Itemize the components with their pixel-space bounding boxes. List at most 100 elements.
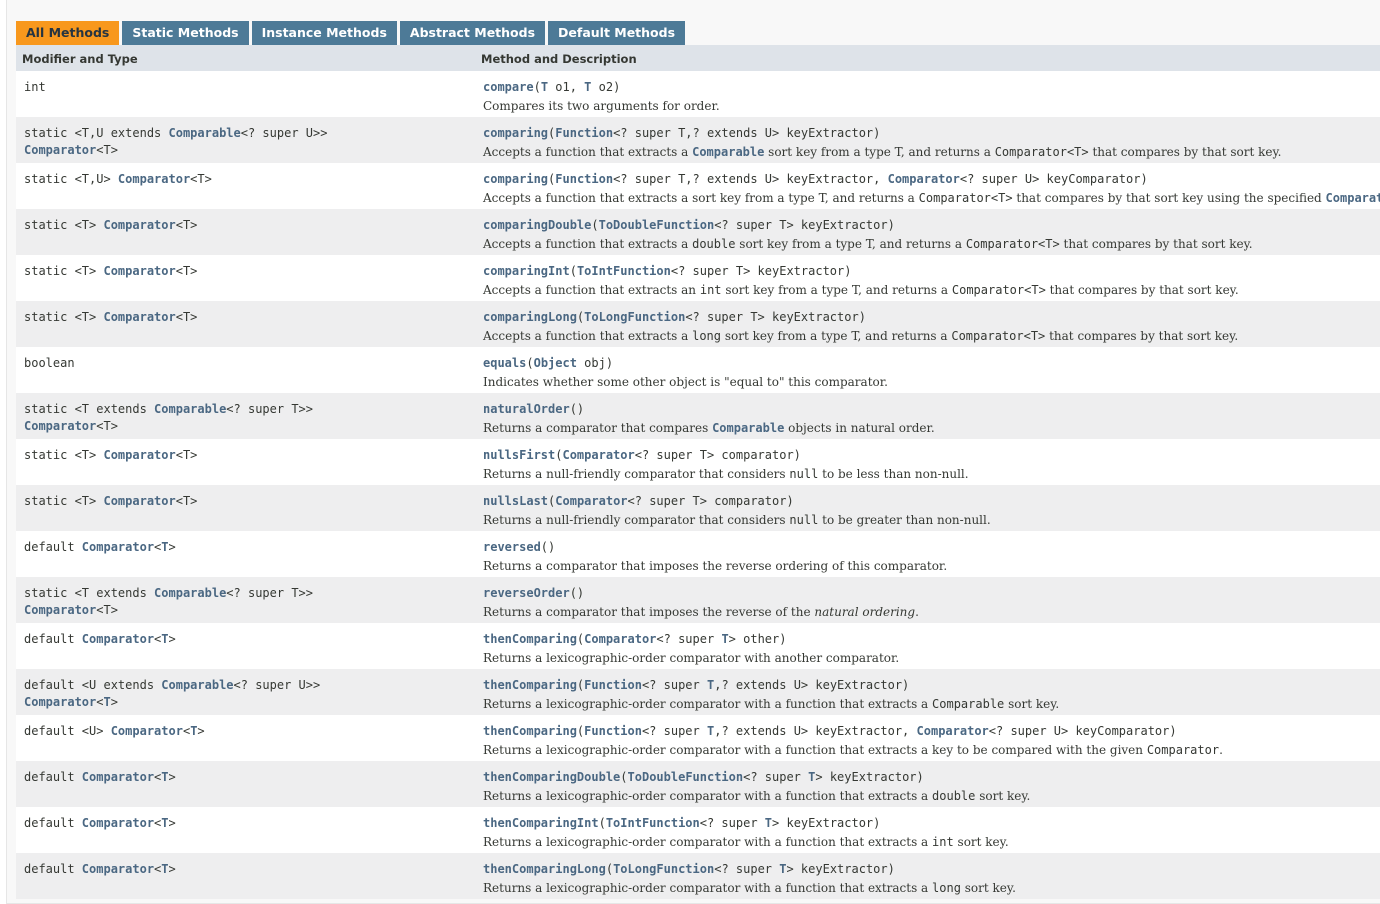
type-link[interactable]: Comparator <box>584 632 656 646</box>
method-name-link[interactable]: comparingDouble <box>483 218 591 232</box>
method-name-link[interactable]: thenComparingLong <box>483 862 606 876</box>
method-name-link[interactable]: thenComparing <box>483 724 577 738</box>
method-signature: nullsFirst(Comparator<? super T> compara… <box>483 439 1380 464</box>
method-name-link[interactable]: reversed <box>483 540 541 554</box>
method-name-link[interactable]: comparingLong <box>483 310 577 324</box>
description-text: that compares by that sort key. <box>1059 237 1253 251</box>
method-name-link[interactable]: thenComparingDouble <box>483 770 620 784</box>
tab-default-methods[interactable]: Default Methods <box>548 21 686 45</box>
type-link[interactable]: Comparator <box>103 310 175 324</box>
type-link[interactable]: Function <box>584 678 642 692</box>
method-description-cell: nullsFirst(Comparator<? super T> compara… <box>475 439 1380 485</box>
type-link[interactable]: T <box>161 816 168 830</box>
type-link[interactable]: Comparator <box>82 540 154 554</box>
type-link[interactable]: Comparable <box>169 126 241 140</box>
type-link[interactable]: T <box>161 632 168 646</box>
type-link[interactable]: T <box>103 695 110 709</box>
method-name-link[interactable]: thenComparing <box>483 678 577 692</box>
type-link[interactable]: Comparator <box>888 172 960 186</box>
type-link[interactable]: ToLongFunction <box>584 310 685 324</box>
type-link[interactable]: Comparator <box>917 724 989 738</box>
method-name-link[interactable]: nullsFirst <box>483 448 555 462</box>
type-link[interactable]: Comparator <box>555 494 627 508</box>
type-link[interactable]: Comparator <box>82 632 154 646</box>
modifier-type-cell: default Comparator<T> <box>16 623 475 669</box>
type-link[interactable]: Comparable <box>712 421 784 435</box>
method-description-cell: thenComparingLong(ToLongFunction<? super… <box>475 853 1380 899</box>
type-link[interactable]: Comparator <box>562 448 634 462</box>
modifier-type-cell: default <U extends Comparable<? super U>… <box>16 669 475 715</box>
method-description-cell: comparingInt(ToIntFunction<? super T> ke… <box>475 255 1380 301</box>
method-tabs: All Methods Static Methods Instance Meth… <box>16 21 688 45</box>
method-name-link[interactable]: naturalOrder <box>483 402 570 416</box>
type-link[interactable]: Comparable <box>161 678 233 692</box>
method-name-link[interactable]: equals <box>483 356 526 370</box>
method-description: Accepts a function that extracts a doubl… <box>483 234 1380 253</box>
inline-code: long <box>932 881 961 895</box>
description-text: Returns a lexicographic-order comparator… <box>483 651 900 665</box>
type-link[interactable]: Comparator <box>82 770 154 784</box>
type-link[interactable]: Comparator <box>82 816 154 830</box>
method-description-cell: nullsLast(Comparator<? super T> comparat… <box>475 485 1380 531</box>
tab-instance-methods[interactable]: Instance Methods <box>251 21 397 45</box>
method-name-link[interactable]: comparingInt <box>483 264 570 278</box>
method-name-link[interactable]: nullsLast <box>483 494 548 508</box>
type-link[interactable]: ToIntFunction <box>606 816 700 830</box>
signature-text: ( <box>605 862 614 876</box>
type-link[interactable]: Comparator <box>82 862 154 876</box>
type-link[interactable]: Comparator <box>103 448 175 462</box>
type-link[interactable]: Object <box>534 356 577 370</box>
type-link[interactable]: Comparator <box>118 172 190 186</box>
table-row: default Comparator<T> reversed() Returns a… <box>16 531 1380 577</box>
type-link[interactable]: ToDoubleFunction <box>599 218 715 232</box>
method-name-link[interactable]: thenComparing <box>483 632 577 646</box>
header-method-and-description: Method and Description <box>475 45 1380 71</box>
type-link[interactable]: Comparator <box>103 264 175 278</box>
type-link[interactable]: Comparable <box>154 402 226 416</box>
table-row: static <T> Comparator<T> comparingDouble(… <box>16 209 1380 255</box>
method-name-link[interactable]: compare <box>483 80 534 94</box>
description-text: Accepts a function that extracts a <box>483 237 693 251</box>
type-link[interactable]: Comparator <box>24 695 96 709</box>
type-link[interactable]: Comparable <box>692 145 764 159</box>
type-link[interactable]: Function <box>555 172 613 186</box>
modifier-type-line: static <T,U> Comparator<T> <box>24 163 475 188</box>
type-link[interactable]: Comparator <box>103 218 175 232</box>
method-signature: naturalOrder() <box>483 393 1380 418</box>
type-link[interactable]: Comparator <box>24 143 96 157</box>
type-link[interactable]: T <box>161 540 168 554</box>
method-name-link[interactable]: thenComparingInt <box>483 816 599 830</box>
tab-static-methods[interactable]: Static Methods <box>122 21 249 45</box>
type-link[interactable]: ToLongFunction <box>613 862 714 876</box>
modifier-type-cell: static <T> Comparator<T> <box>16 485 475 531</box>
type-link[interactable]: ToIntFunction <box>577 264 671 278</box>
type-link[interactable]: ToDoubleFunction <box>628 770 744 784</box>
signature-text: <? super U> keyComparator) <box>988 724 1177 738</box>
method-signature: thenComparing(Function<? super T,? exten… <box>483 715 1380 740</box>
type-text: default <U> <box>24 724 111 738</box>
type-link[interactable]: T <box>161 770 168 784</box>
type-text: static <T,U> <box>24 172 118 186</box>
type-link[interactable]: Comparator <box>103 494 175 508</box>
modifier-type-line: static <T extends Comparable<? super T>> <box>24 577 475 602</box>
type-link[interactable]: T <box>541 80 548 94</box>
type-link[interactable]: Comparator <box>24 419 96 433</box>
signature-text: <? super <box>743 770 809 784</box>
inline-code: Comparator <box>1146 743 1220 757</box>
type-link[interactable]: Comparator <box>24 603 96 617</box>
method-name-link[interactable]: reverseOrder <box>483 586 570 600</box>
method-name-link[interactable]: comparing <box>483 172 548 186</box>
tab-all-methods[interactable]: All Methods <box>16 21 120 45</box>
method-name-link[interactable]: comparing <box>483 126 548 140</box>
type-link[interactable]: Comparator <box>111 724 183 738</box>
type-link[interactable]: T <box>765 816 772 830</box>
type-link[interactable]: Function <box>584 724 642 738</box>
type-link[interactable]: Comparator <box>1326 191 1380 205</box>
type-link[interactable]: Function <box>555 126 613 140</box>
modifier-type-cell: static <T,U> Comparator<T> <box>16 163 475 209</box>
method-description-cell: thenComparing(Comparator<? super T> othe… <box>475 623 1380 669</box>
type-link[interactable]: Comparable <box>154 586 226 600</box>
type-link[interactable]: T <box>721 632 728 646</box>
type-link[interactable]: T <box>161 862 168 876</box>
tab-abstract-methods[interactable]: Abstract Methods <box>399 21 546 45</box>
